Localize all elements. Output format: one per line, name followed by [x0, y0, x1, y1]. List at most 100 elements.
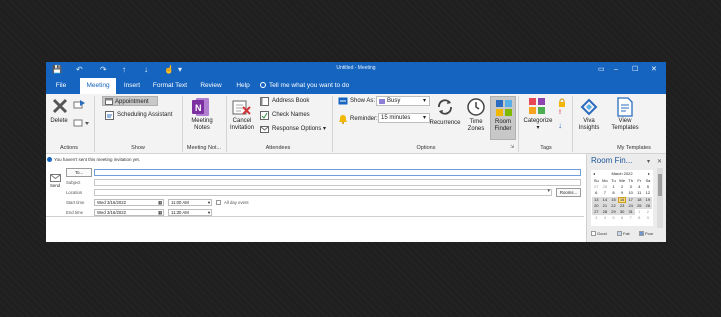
- start-time-value: 11:00 AM: [171, 200, 189, 205]
- close-button[interactable]: ✕: [651, 64, 657, 76]
- tab-help[interactable]: Help: [232, 78, 254, 94]
- room-finder-scrollbar[interactable]: [657, 168, 663, 228]
- group-label-attendees: Attendees: [265, 145, 291, 151]
- poor-swatch: [639, 231, 644, 236]
- svg-text:N: N: [195, 103, 202, 113]
- chevron-down-icon[interactable]: ▾: [647, 158, 650, 165]
- meeting-notes-line1: Meeting: [191, 118, 213, 124]
- legend-fair-label: Fair: [623, 231, 630, 236]
- tab-review[interactable]: Review: [196, 78, 226, 94]
- reminder-label: Reminder:: [350, 116, 378, 122]
- dialog-launcher-icon[interactable]: ⇲: [510, 143, 514, 151]
- tell-me-text: Tell me what you want to do: [269, 82, 350, 89]
- start-time-dropdown[interactable]: 11:00 AM ▾: [168, 199, 212, 206]
- tab-format-text[interactable]: Format Text: [150, 78, 190, 94]
- onenote-icon: N: [192, 98, 209, 116]
- all-day-checkbox[interactable]: [216, 200, 221, 205]
- response-options-icon: [260, 126, 269, 133]
- time-zones-button[interactable]: Time Zones: [460, 119, 492, 133]
- chevron-down-icon: ▾: [323, 126, 327, 132]
- calendar-day[interactable]: 8: [635, 215, 644, 221]
- high-importance-icon[interactable]: !: [559, 109, 561, 117]
- check-names-icon: [260, 111, 269, 120]
- room-finder-button[interactable]: Room Finder: [490, 96, 516, 140]
- tell-me-search[interactable]: Tell me what you want to do: [260, 78, 349, 94]
- calendar-day[interactable]: 7: [626, 215, 635, 221]
- private-lock-icon[interactable]: [558, 98, 566, 107]
- show-as-icon: [338, 97, 348, 105]
- end-date-field[interactable]: Wed 3/16/2022 ▦: [94, 209, 164, 216]
- end-time-label: End time: [66, 210, 83, 215]
- time-zones-icon: [467, 98, 485, 116]
- cancel-invitation-button[interactable]: Cancel Invitation: [226, 118, 258, 132]
- calendar-day[interactable]: 3: [592, 215, 601, 221]
- ribbon-display-icon[interactable]: ▭: [598, 64, 605, 76]
- end-time-dropdown[interactable]: 11:30 AM ▾: [168, 209, 212, 216]
- legend-poor-label: Poor: [645, 231, 654, 236]
- meeting-notes-line2: Notes: [194, 125, 210, 131]
- categorize-button[interactable]: Categorize ▾: [520, 118, 556, 132]
- calendar-icon[interactable]: ▦: [158, 210, 162, 215]
- group-label-options: Options: [416, 145, 436, 151]
- group-label-meeting-notes: Meeting Not...: [186, 145, 222, 151]
- maximize-button[interactable]: ☐: [632, 64, 638, 76]
- delete-button[interactable]: Delete: [46, 118, 72, 125]
- time-zones-line1: Time: [469, 119, 483, 125]
- chevron-down-icon: ▾: [536, 125, 540, 131]
- legend-good: Good: [591, 231, 607, 237]
- calendar-day[interactable]: 6: [618, 215, 627, 221]
- close-icon[interactable]: ✕: [657, 158, 662, 165]
- window-title: Untitled - Meeting: [336, 65, 376, 71]
- message-body[interactable]: [46, 216, 584, 242]
- calendar-day[interactable]: 4: [601, 215, 610, 221]
- next-month-icon[interactable]: ▸: [648, 171, 650, 176]
- calendar-month: March 2022: [611, 171, 633, 176]
- group-label-tags: Tags: [540, 145, 552, 151]
- chevron-down-icon: ▾: [207, 210, 210, 215]
- calendar-icon[interactable]: ▦: [158, 200, 162, 205]
- recurrence-button[interactable]: Recurrence: [428, 120, 462, 127]
- low-importance-icon[interactable]: ↓: [558, 122, 562, 130]
- minimize-button[interactable]: –: [614, 64, 618, 76]
- appointment-button[interactable]: Appointment: [102, 96, 158, 106]
- response-options-button[interactable]: Response Options ▾: [272, 125, 326, 133]
- reminder-dropdown[interactable]: 15 minutes ▾: [378, 113, 430, 123]
- tab-meeting[interactable]: Meeting: [80, 78, 116, 94]
- more-actions-icon[interactable]: [73, 118, 91, 128]
- calendar-day[interactable]: 5: [609, 215, 618, 221]
- start-date-value: Wed 3/16/2022: [97, 200, 127, 205]
- cancel-invitation-icon: [232, 100, 251, 115]
- view-templates-button[interactable]: View Templates: [606, 118, 644, 132]
- scheduling-assistant-button[interactable]: Scheduling Assistant: [117, 111, 172, 119]
- send-label: Send: [49, 183, 61, 188]
- scroll-thumb[interactable]: [658, 174, 662, 196]
- view-templates-line2: Templates: [611, 125, 639, 131]
- viva-insights-icon: [580, 98, 598, 116]
- check-names-button[interactable]: Check Names: [272, 111, 310, 119]
- ribbon-divider: [518, 96, 519, 152]
- viva-insights-line2: Insights: [578, 125, 600, 131]
- meeting-notes-button[interactable]: Meeting Notes: [186, 118, 218, 132]
- show-as-dropdown[interactable]: Busy ▾: [376, 96, 430, 106]
- room-finder-title: Room Fin...: [591, 156, 633, 165]
- legend-poor: Poor: [639, 231, 653, 237]
- send-button[interactable]: Send: [48, 174, 62, 194]
- start-date-field[interactable]: Wed 3/16/2022 ▦: [94, 199, 164, 206]
- subject-field[interactable]: [94, 179, 581, 186]
- to-field[interactable]: [94, 169, 581, 176]
- legend-good-label: Good: [597, 231, 607, 236]
- tab-file[interactable]: File: [50, 78, 72, 94]
- cancel-invitation-line2: Invitation: [229, 125, 254, 131]
- response-options-label: Response Options: [272, 126, 322, 132]
- info-text: You haven't sent this meeting invitation…: [54, 157, 140, 162]
- address-book-button[interactable]: Address Book: [272, 97, 309, 105]
- room-finder-icon: [496, 100, 512, 116]
- forward-icon[interactable]: [73, 98, 87, 110]
- to-button[interactable]: To...: [66, 168, 92, 177]
- calendar-day[interactable]: 9: [644, 215, 653, 221]
- chevron-down-icon: ▾: [423, 115, 427, 121]
- rooms-button[interactable]: Rooms...: [556, 188, 581, 197]
- tab-insert[interactable]: Insert: [118, 78, 146, 94]
- location-field[interactable]: ▾: [94, 188, 552, 196]
- viva-insights-button[interactable]: Viva Insights: [574, 118, 604, 132]
